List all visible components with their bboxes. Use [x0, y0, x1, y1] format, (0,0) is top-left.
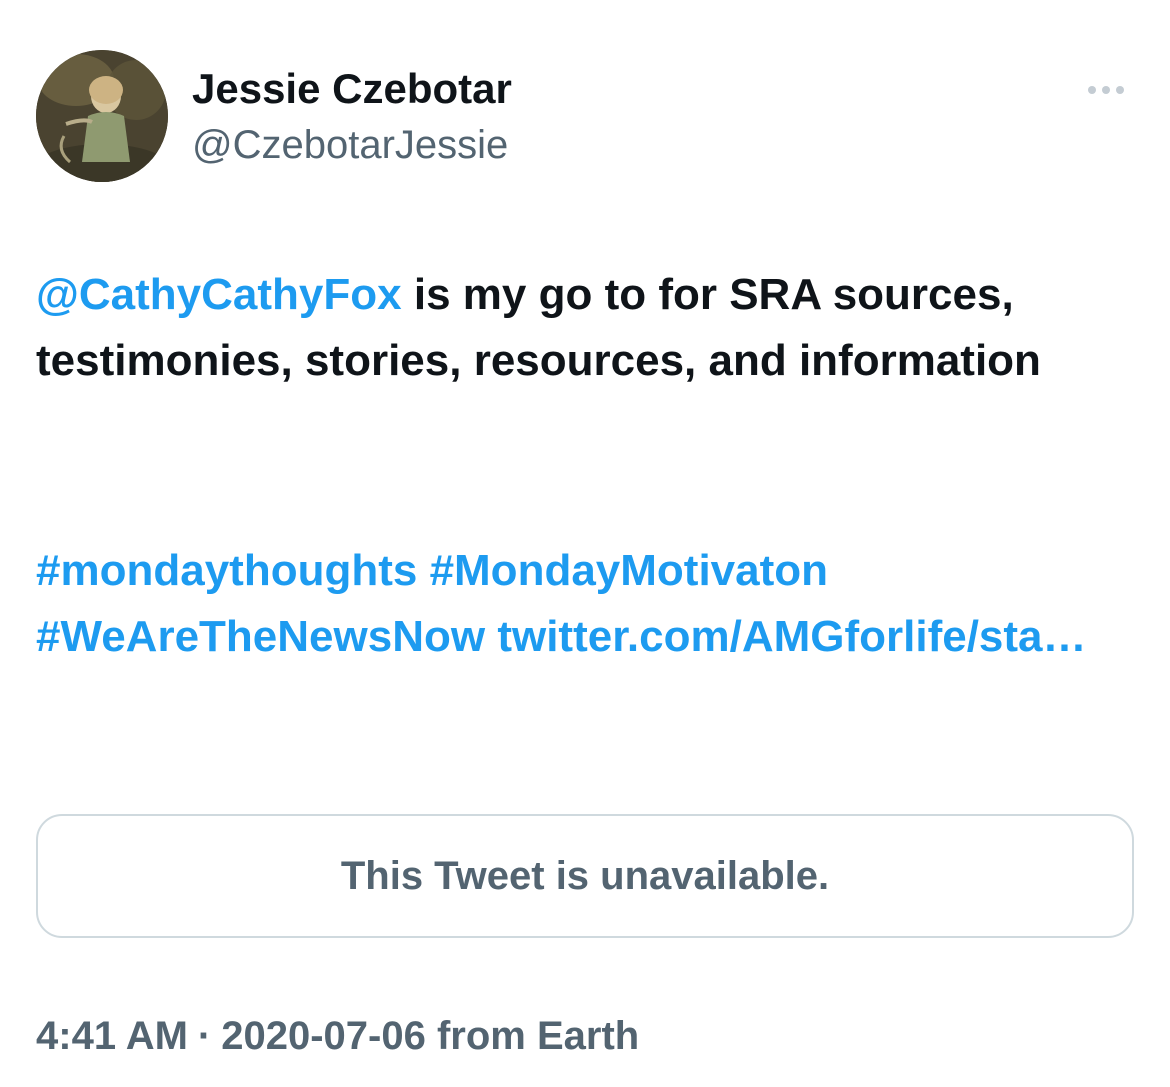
- mention-link[interactable]: @CathyCathyFox: [36, 270, 402, 319]
- author-handle[interactable]: @CzebotarJessie: [192, 120, 508, 170]
- hashtag-link[interactable]: #MondayMotivaton: [430, 546, 828, 595]
- tweet-timestamp[interactable]: 4:41 AM · 2020-07-06 from Earth: [36, 1010, 639, 1062]
- more-dots-icon: [1116, 86, 1124, 94]
- tweet-date: 2020-07-06: [221, 1014, 426, 1058]
- meta-separator: ·: [197, 1014, 212, 1058]
- hashtag-link[interactable]: #WeAreTheNewsNow: [36, 612, 485, 661]
- author-display-name[interactable]: Jessie Czebotar: [192, 64, 512, 114]
- avatar[interactable]: [36, 50, 168, 182]
- tweet-text: @CathyCathyFox is my go to for SRA sourc…: [36, 262, 1126, 394]
- more-dots-icon: [1102, 86, 1110, 94]
- quoted-tweet-card[interactable]: This Tweet is unavailable.: [36, 814, 1134, 938]
- more-options-button[interactable]: [1078, 72, 1134, 108]
- tweet-source: from Earth: [436, 1014, 640, 1058]
- profile-photo-icon: [36, 50, 168, 182]
- tweet-hashtags: #mondaythoughts #MondayMotivaton #WeAreT…: [36, 538, 1126, 670]
- quoted-tweet-unavailable-message: This Tweet is unavailable.: [340, 853, 830, 898]
- url-link[interactable]: twitter.com/​AMGforlife/sta…: [497, 612, 1086, 661]
- tweet-time: 4:41 AM: [36, 1014, 188, 1058]
- tweet-card: Jessie Czebotar @CzebotarJessie @CathyCa…: [0, 0, 1170, 1087]
- hashtag-link[interactable]: #mondaythoughts: [36, 546, 417, 595]
- more-dots-icon: [1088, 86, 1096, 94]
